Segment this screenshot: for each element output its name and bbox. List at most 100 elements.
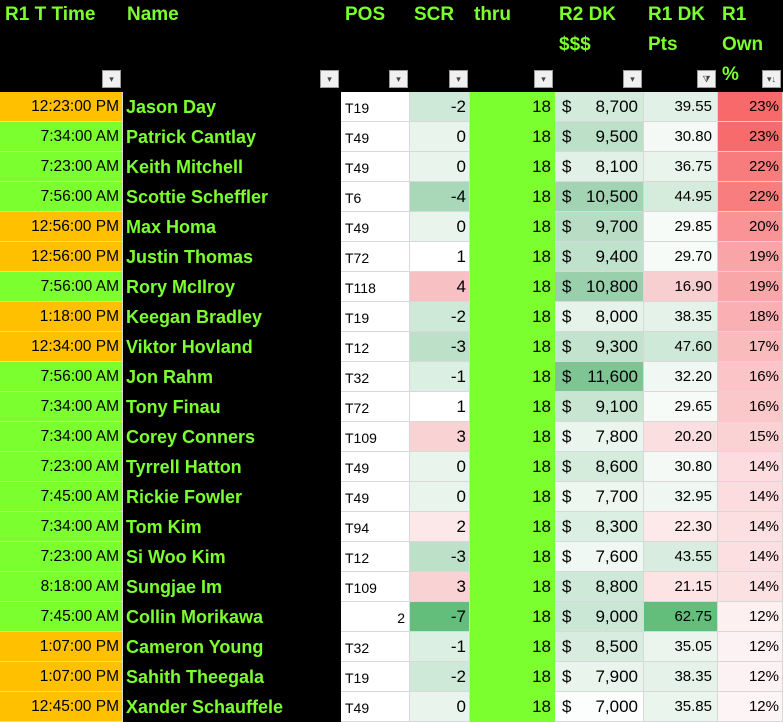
cell-dk-pts[interactable]: 22.30 (644, 512, 718, 542)
cell-own-pct[interactable]: 23% (718, 122, 783, 152)
cell-pos[interactable]: 2 (341, 602, 410, 632)
cell-dk-pts[interactable]: 32.95 (644, 482, 718, 512)
cell-pos[interactable]: T109 (341, 572, 410, 602)
cell-dk-salary[interactable]: $9,100 (555, 392, 644, 422)
cell-pos[interactable]: T72 (341, 242, 410, 272)
cell-time[interactable]: 12:56:00 PM (0, 242, 123, 272)
cell-dk-pts[interactable]: 47.60 (644, 332, 718, 362)
cell-thru[interactable]: 18 (470, 302, 555, 332)
cell-name[interactable]: Tony Finau (123, 392, 341, 422)
cell-own-pct[interactable]: 22% (718, 182, 783, 212)
cell-thru[interactable]: 18 (470, 362, 555, 392)
cell-pos[interactable]: T49 (341, 212, 410, 242)
cell-dk-salary[interactable]: $7,000 (555, 692, 644, 722)
cell-time[interactable]: 12:23:00 PM (0, 92, 123, 122)
cell-scr[interactable]: -3 (410, 542, 470, 572)
cell-pos[interactable]: T118 (341, 272, 410, 302)
cell-scr[interactable]: 0 (410, 212, 470, 242)
cell-dk-salary[interactable]: $11,600 (555, 362, 644, 392)
cell-scr[interactable]: 3 (410, 422, 470, 452)
cell-name[interactable]: Tom Kim (123, 512, 341, 542)
cell-scr[interactable]: 0 (410, 452, 470, 482)
cell-time[interactable]: 7:23:00 AM (0, 152, 123, 182)
cell-time[interactable]: 8:18:00 AM (0, 572, 123, 602)
cell-scr[interactable]: -7 (410, 602, 470, 632)
cell-pos[interactable]: T12 (341, 332, 410, 362)
cell-name[interactable]: Xander Schauffele (123, 692, 341, 722)
cell-thru[interactable]: 18 (470, 332, 555, 362)
cell-dk-salary[interactable]: $8,600 (555, 452, 644, 482)
cell-own-pct[interactable]: 18% (718, 302, 783, 332)
cell-scr[interactable]: 1 (410, 242, 470, 272)
cell-dk-salary[interactable]: $9,300 (555, 332, 644, 362)
cell-dk-salary[interactable]: $10,500 (555, 182, 644, 212)
cell-time[interactable]: 1:18:00 PM (0, 302, 123, 332)
cell-time[interactable]: 7:34:00 AM (0, 512, 123, 542)
cell-thru[interactable]: 18 (470, 602, 555, 632)
cell-own-pct[interactable]: 22% (718, 152, 783, 182)
cell-dk-pts[interactable]: 30.80 (644, 452, 718, 482)
cell-own-pct[interactable]: 16% (718, 362, 783, 392)
cell-scr[interactable]: -1 (410, 632, 470, 662)
cell-scr[interactable]: 2 (410, 512, 470, 542)
cell-pos[interactable]: T32 (341, 362, 410, 392)
cell-scr[interactable]: 0 (410, 152, 470, 182)
cell-thru[interactable]: 18 (470, 392, 555, 422)
cell-dk-salary[interactable]: $8,700 (555, 92, 644, 122)
cell-time[interactable]: 7:56:00 AM (0, 272, 123, 302)
cell-thru[interactable]: 18 (470, 182, 555, 212)
cell-time[interactable]: 1:07:00 PM (0, 632, 123, 662)
cell-name[interactable]: Jon Rahm (123, 362, 341, 392)
cell-own-pct[interactable]: 16% (718, 392, 783, 422)
cell-pos[interactable]: T6 (341, 182, 410, 212)
cell-pos[interactable]: T49 (341, 482, 410, 512)
cell-dk-pts[interactable]: 35.85 (644, 692, 718, 722)
cell-dk-salary[interactable]: $7,900 (555, 662, 644, 692)
cell-dk-pts[interactable]: 21.15 (644, 572, 718, 602)
cell-own-pct[interactable]: 17% (718, 332, 783, 362)
cell-name[interactable]: Cameron Young (123, 632, 341, 662)
cell-thru[interactable]: 18 (470, 512, 555, 542)
cell-thru[interactable]: 18 (470, 422, 555, 452)
cell-dk-salary[interactable]: $9,500 (555, 122, 644, 152)
cell-time[interactable]: 7:56:00 AM (0, 182, 123, 212)
cell-dk-pts[interactable]: 30.80 (644, 122, 718, 152)
cell-dk-salary[interactable]: $8,300 (555, 512, 644, 542)
cell-name[interactable]: Collin Morikawa (123, 602, 341, 632)
cell-dk-pts[interactable]: 29.65 (644, 392, 718, 422)
cell-dk-pts[interactable]: 44.95 (644, 182, 718, 212)
cell-own-pct[interactable]: 14% (718, 512, 783, 542)
cell-time[interactable]: 12:56:00 PM (0, 212, 123, 242)
cell-pos[interactable]: T32 (341, 632, 410, 662)
cell-scr[interactable]: -2 (410, 662, 470, 692)
cell-thru[interactable]: 18 (470, 662, 555, 692)
cell-own-pct[interactable]: 19% (718, 272, 783, 302)
cell-dk-salary[interactable]: $9,400 (555, 242, 644, 272)
cell-scr[interactable]: 0 (410, 122, 470, 152)
cell-scr[interactable]: -2 (410, 92, 470, 122)
cell-dk-salary[interactable]: $10,800 (555, 272, 644, 302)
cell-thru[interactable]: 18 (470, 632, 555, 662)
cell-pos[interactable]: T72 (341, 392, 410, 422)
cell-pos[interactable]: T49 (341, 122, 410, 152)
cell-time[interactable]: 7:34:00 AM (0, 122, 123, 152)
cell-thru[interactable]: 18 (470, 692, 555, 722)
cell-dk-salary[interactable]: $8,100 (555, 152, 644, 182)
cell-name[interactable]: Rory McIlroy (123, 272, 341, 302)
cell-name[interactable]: Keegan Bradley (123, 302, 341, 332)
cell-dk-pts[interactable]: 39.55 (644, 92, 718, 122)
cell-thru[interactable]: 18 (470, 452, 555, 482)
cell-name[interactable]: Sahith Theegala (123, 662, 341, 692)
cell-dk-salary[interactable]: $7,600 (555, 542, 644, 572)
cell-name[interactable]: Rickie Fowler (123, 482, 341, 512)
cell-time[interactable]: 7:45:00 AM (0, 602, 123, 632)
cell-pos[interactable]: T94 (341, 512, 410, 542)
cell-scr[interactable]: 0 (410, 692, 470, 722)
cell-time[interactable]: 7:34:00 AM (0, 422, 123, 452)
cell-dk-pts[interactable]: 38.35 (644, 662, 718, 692)
cell-time[interactable]: 7:34:00 AM (0, 392, 123, 422)
cell-pos[interactable]: T19 (341, 302, 410, 332)
cell-name[interactable]: Si Woo Kim (123, 542, 341, 572)
cell-pos[interactable]: T12 (341, 542, 410, 572)
cell-own-pct[interactable]: 14% (718, 542, 783, 572)
